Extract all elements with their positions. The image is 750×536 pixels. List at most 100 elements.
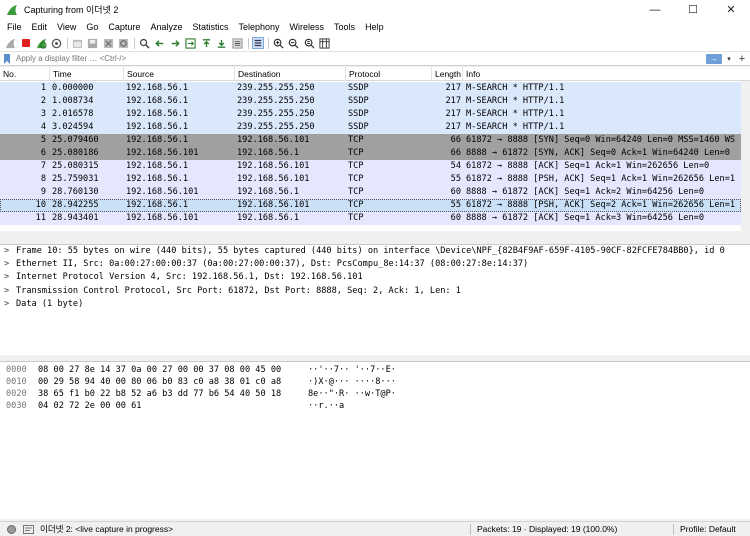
menu-tools[interactable]: Tools [329,22,360,32]
cell-source: 192.168.56.1 [126,83,189,93]
menu-statistics[interactable]: Statistics [187,22,233,32]
menu-wireless[interactable]: Wireless [285,22,330,32]
capture-options-button[interactable] [51,37,63,49]
display-filter-input[interactable] [14,52,706,65]
packet-row[interactable]: 6 25.080186 192.168.56.101 192.168.56.1 TCP 6… [0,147,741,160]
column-header-destination[interactable]: Destination [235,67,346,81]
save-file-button[interactable] [87,37,99,49]
packet-row[interactable]: 8 25.759031 192.168.56.1 192.168.56.101 TCP 5… [0,173,741,186]
colorize-button[interactable] [251,37,264,49]
first-packet-button[interactable] [200,37,212,49]
column-header-protocol[interactable]: Protocol [346,67,432,81]
resize-columns-button[interactable] [319,37,331,49]
zoom-reset-button[interactable] [303,37,315,49]
detail-text: Data (1 byte) [16,298,84,309]
packet-row[interactable]: 11 28.943401 192.168.56.101 192.168.56.1 TCP… [0,212,741,225]
status-profile[interactable]: Profile: Default [680,524,736,534]
cell-source: 192.168.56.101 [126,213,199,223]
menu-help[interactable]: Help [360,22,389,32]
bytes-ascii[interactable]: 8e··"·R· ··w·T@P· [308,388,396,400]
column-header-info[interactable]: Info [463,67,741,81]
last-packet-button[interactable] [216,37,228,49]
bytes-hex[interactable]: 00 29 58 94 40 00 80 06 b0 83 c0 a8 38 0… [38,376,281,388]
cell-info: M-SEARCH * HTTP/1.1 [466,122,565,132]
go-forward-button[interactable] [169,37,181,49]
cell-length: 217 [445,83,461,93]
status-packet-count: Packets: 19 · Displayed: 19 (100.0%) [477,524,618,534]
packet-row[interactable]: 4 3.024594 192.168.56.1 239.255.255.250 SSDP… [0,121,741,134]
column-header-no[interactable]: No. [0,67,50,81]
cell-time: 25.079460 [52,135,99,145]
packet-row[interactable]: 7 25.080315 192.168.56.1 192.168.56.101 TCP 5… [0,160,741,173]
packet-row[interactable]: 9 28.760130 192.168.56.101 192.168.56.1 TCP 6… [0,186,741,199]
stop-capture-button[interactable] [20,37,32,49]
apply-filter-button[interactable]: → [706,53,722,64]
menu-telephony[interactable]: Telephony [233,22,284,32]
packet-row[interactable]: 3 2.016578 192.168.56.1 239.255.255.250 SSDP… [0,108,741,121]
menu-capture[interactable]: Capture [103,22,145,32]
detail-row-ip[interactable]: > Internet Protocol Version 4, Src: 192.1… [0,271,750,284]
cell-time: 3.024594 [52,122,94,132]
reload-file-button[interactable] [118,37,130,49]
minimize-button[interactable]: — [636,0,674,19]
open-file-button[interactable] [71,37,83,49]
menu-file[interactable]: File [2,22,27,32]
expert-info-icon[interactable] [7,524,16,534]
restart-capture-button[interactable] [35,37,47,49]
close-file-button[interactable] [102,37,114,49]
menu-go[interactable]: Go [81,22,103,32]
cell-destination: 192.168.56.1 [237,148,300,158]
cell-info: 61872 → 8888 [SYN] Seq=0 Win=64240 Len=0… [466,135,736,145]
maximize-button[interactable]: ☐ [674,0,712,19]
menu-edit[interactable]: Edit [27,22,53,32]
bytes-offset: 0030 [6,401,27,411]
menu-analyze[interactable]: Analyze [145,22,187,32]
cell-destination: 192.168.56.101 [237,161,310,171]
packet-row[interactable]: 5 25.079460 192.168.56.1 192.168.56.101 TCP 6… [0,134,741,147]
filter-history-dropdown[interactable]: ▾ [724,55,734,63]
column-header-length[interactable]: Length [432,67,463,81]
filter-bookmark-button[interactable] [0,52,14,65]
bytes-hex[interactable]: 04 02 72 2e 00 00 61 [38,400,141,412]
cell-protocol: TCP [348,187,364,197]
last-icon [217,39,226,48]
cell-time: 0.000000 [52,83,94,93]
detail-row-tcp[interactable]: > Transmission Control Protocol, Src Port… [0,285,750,298]
cell-protocol: TCP [348,213,364,223]
column-header-source[interactable]: Source [124,67,235,81]
add-filter-button[interactable]: + [734,53,750,65]
cell-no: 3 [40,109,46,119]
cell-info: M-SEARCH * HTTP/1.1 [466,109,565,119]
cell-info: 61872 → 8888 [PSH, ACK] Seq=2 Ack=1 Win=… [466,200,736,210]
cell-time: 25.080315 [52,161,99,171]
autoscroll-icon [232,38,242,48]
go-to-packet-button[interactable] [185,37,197,49]
bytes-hex[interactable]: 38 65 f1 b0 22 b8 52 a6 b3 dd 77 b6 54 4… [38,388,281,400]
go-back-button[interactable] [154,37,166,49]
status-separator [470,524,471,535]
packet-list-scrollbar[interactable] [741,81,750,231]
bytes-ascii[interactable]: ·)X·@··· ····8··· [308,376,396,388]
start-capture-button[interactable] [4,37,16,49]
packet-row[interactable]: 10 28.942255 192.168.56.1 192.168.56.101 TCP… [0,199,741,212]
bytes-hex[interactable]: 08 00 27 8e 14 37 0a 00 27 00 00 37 08 0… [38,364,281,376]
packet-list-horizontal-scrollbar[interactable] [0,231,750,244]
packet-row[interactable]: 1 0.000000 192.168.56.1 239.255.255.250 SSDP… [0,82,741,95]
bytes-ascii[interactable]: ··'··7·· '··7··E· [308,364,396,376]
close-button[interactable]: ✕ [712,0,750,19]
detail-row-frame[interactable]: > Frame 10: 55 bytes on wire (440 bits), … [0,245,750,258]
zoom-out-button[interactable] [288,37,300,49]
find-icon [139,38,150,49]
packet-details: > Frame 10: 55 bytes on wire (440 bits), … [0,244,750,355]
packet-row[interactable]: 2 1.008734 192.168.56.1 239.255.255.250 SSDP… [0,95,741,108]
bytes-ascii[interactable]: ··r.··a [308,400,344,412]
column-header-time[interactable]: Time [50,67,124,81]
find-packet-button[interactable] [138,37,150,49]
autoscroll-button[interactable] [231,37,243,49]
detail-row-ethernet[interactable]: > Ethernet II, Src: 0a:00:27:00:00:37 (0a… [0,258,750,271]
cell-info: 8888 → 61872 [SYN, ACK] Seq=0 Ack=1 Win=… [466,148,730,158]
zoom-in-button[interactable] [272,37,284,49]
capture-comment-icon[interactable] [23,524,34,534]
detail-row-data[interactable]: > Data (1 byte) [0,298,750,311]
menu-view[interactable]: View [52,22,81,32]
